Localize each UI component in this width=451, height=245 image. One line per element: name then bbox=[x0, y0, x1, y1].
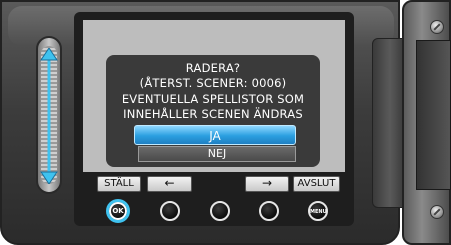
screw-bottom-icon bbox=[430, 205, 444, 219]
round-button-4[interactable] bbox=[259, 201, 279, 221]
left-arrow-softkey[interactable]: ← bbox=[147, 176, 192, 192]
yes-button[interactable]: JA bbox=[134, 125, 296, 145]
warning-line-2: INNEHÅLLER SCENEN ÄNDRAS bbox=[123, 107, 303, 121]
menu-button-icon: MENU bbox=[310, 209, 327, 215]
ok-button[interactable]: OK bbox=[106, 199, 130, 223]
no-button[interactable]: NEJ bbox=[138, 146, 296, 162]
ok-button-icon: OK bbox=[112, 207, 124, 215]
round-button-2[interactable] bbox=[160, 201, 180, 221]
round-button-3[interactable] bbox=[210, 201, 230, 221]
side-panel-inner bbox=[416, 40, 451, 190]
menu-button[interactable]: MENU bbox=[308, 201, 328, 221]
set-softkey[interactable]: STÄLL bbox=[97, 176, 141, 192]
right-arrow-softkey[interactable]: → bbox=[245, 176, 289, 192]
dialog-title: RADERA? bbox=[185, 61, 241, 75]
exit-softkey[interactable]: AVSLUT bbox=[293, 176, 340, 192]
vertical-double-arrow-icon bbox=[40, 48, 58, 184]
scenes-remaining-text: (ÅTERST. SCENER: 0006) bbox=[139, 76, 287, 90]
warning-line-1: EVENTUELLA SPELLISTOR SOM bbox=[121, 92, 305, 106]
slider-control[interactable] bbox=[36, 36, 62, 194]
screw-top-icon bbox=[430, 20, 444, 34]
